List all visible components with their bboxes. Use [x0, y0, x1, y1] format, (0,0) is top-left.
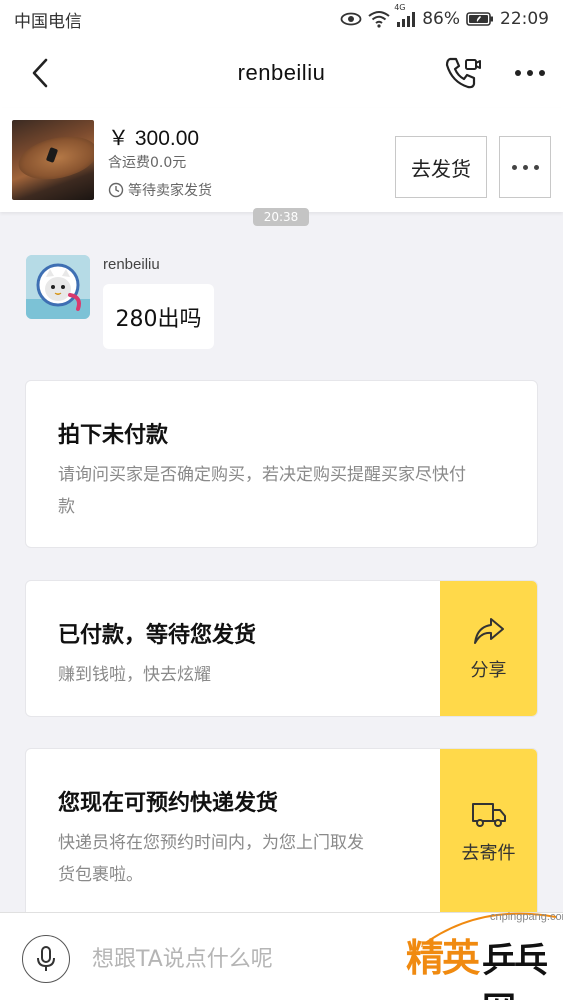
call-button[interactable]	[442, 54, 484, 92]
phone-video-icon	[445, 57, 481, 89]
microphone-icon	[37, 946, 55, 971]
battery-icon	[466, 11, 494, 27]
watermark-text: 精英	[406, 936, 480, 980]
status-bar: 中国电信 4G 86% 22:09	[0, 0, 563, 38]
tip-card-courier: 您现在可预约快递发货 快递员将在您预约时间内，为您上门取发 货包裹啦。 去寄件	[25, 748, 538, 918]
clock-time: 22:09	[500, 9, 549, 29]
send-package-button[interactable]: 去寄件	[440, 749, 537, 917]
avatar[interactable]	[26, 255, 90, 319]
battery-percent: 86%	[422, 9, 460, 29]
message-timestamp: 20:38	[253, 208, 309, 226]
watermark-url: cnpingpang.com	[490, 911, 563, 923]
ship-button[interactable]: 去发货	[395, 136, 487, 198]
card-title: 已付款，等待您发货	[58, 623, 257, 648]
more-icon	[511, 164, 539, 170]
tip-card-paid: 已付款，等待您发货 赚到钱啦，快去炫耀 分享	[25, 580, 538, 717]
share-icon	[473, 617, 504, 644]
carrier-name: 中国电信	[14, 11, 82, 32]
signal-icon: 4G	[394, 3, 416, 27]
voice-button[interactable]	[22, 935, 70, 983]
more-button[interactable]	[508, 54, 552, 92]
clock-icon	[108, 182, 124, 198]
message-input[interactable]	[92, 937, 382, 981]
card-desc-line: 快递员将在您预约时间内，为您上门取发	[58, 833, 364, 853]
card-desc-line: 请询问买家是否确定购买，若决定购买提醒买家尽快付	[58, 465, 466, 485]
truck-icon	[471, 803, 506, 827]
order-status: 等待卖家发货	[108, 180, 212, 200]
message-bubble[interactable]: 280出吗	[103, 284, 214, 349]
eye-icon	[340, 12, 362, 26]
card-title: 您现在可预约快递发货	[58, 791, 279, 816]
watermark-text: 乒乓网	[482, 941, 548, 1000]
card-desc-line: 货包裹啦。	[58, 865, 143, 885]
shipping-fee: 含运费0.0元	[108, 155, 187, 171]
share-label: 分享	[470, 659, 507, 681]
product-thumbnail[interactable]	[12, 120, 94, 200]
product-price: ￥ 300.00	[108, 127, 200, 150]
more-icon	[515, 70, 545, 76]
card-title: 拍下未付款	[58, 423, 169, 448]
order-more-button[interactable]	[499, 136, 551, 198]
sender-name: renbeiliu	[103, 256, 160, 273]
order-summary: ￥ 300.00 含运费0.0元 等待卖家发货 去发货	[0, 108, 563, 212]
wifi-icon	[368, 10, 390, 28]
card-desc-line: 赚到钱啦，快去炫耀	[58, 665, 211, 685]
send-package-label: 去寄件	[461, 843, 516, 864]
nav-bar: renbeiliu	[0, 38, 563, 108]
status-icons: 4G 86% 22:09	[340, 3, 549, 29]
share-button[interactable]: 分享	[440, 581, 537, 716]
network-type: 4G	[394, 3, 406, 12]
card-desc-line: 款	[58, 497, 75, 517]
tip-card-unpaid: 拍下未付款 请询问买家是否确定购买，若决定购买提醒买家尽快付 款	[25, 380, 538, 548]
watermark: cnpingpang.com 精英 乒乓网	[388, 905, 563, 1000]
order-status-text: 等待卖家发货	[128, 183, 212, 199]
